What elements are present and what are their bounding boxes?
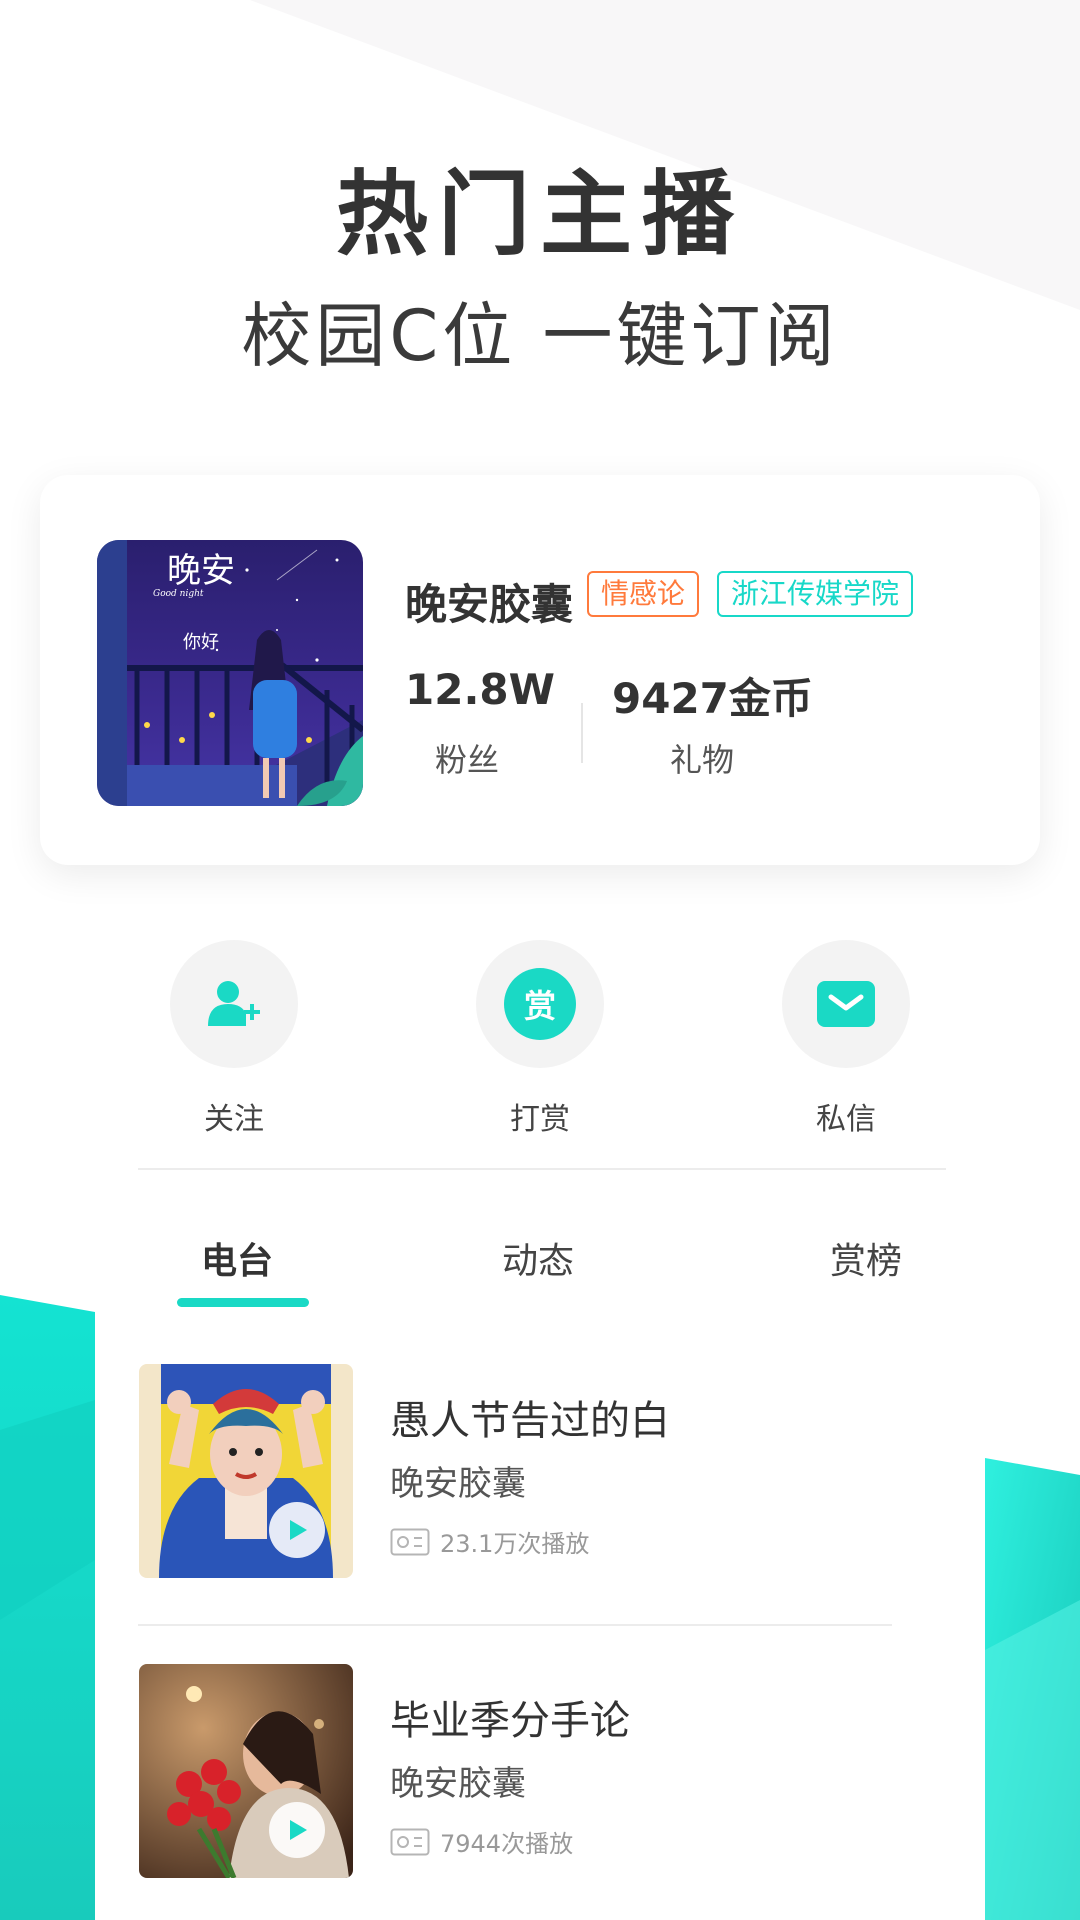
program-author-2: 晚安胶囊 [390,1764,526,1804]
host-name: 晚安胶囊 [405,580,574,629]
flower-girl-photo [139,1664,353,1878]
message-circle[interactable] [782,940,910,1068]
active-tab-indicator [177,1298,309,1307]
follow-circle[interactable] [170,940,298,1068]
section-divider [138,1168,946,1170]
host-cover-image[interactable]: 晚安 你好 Good night [97,540,363,806]
tag-school[interactable]: 浙江传媒学院 [717,571,914,617]
fans-label: 粉丝 [435,741,500,779]
follow-icon [208,981,260,1026]
program-plays-2: 7944次播放 [390,1824,573,1859]
list-divider [138,1624,892,1626]
tab-radio[interactable]: 电台 [201,1232,273,1284]
mail-icon [817,981,875,1027]
reward-glyph: 赏 [523,987,556,1025]
message-button[interactable]: 私信 [782,940,910,1138]
svg-text:Good night: Good night [153,589,204,599]
tab-reward-rank[interactable]: 赏榜 [830,1232,902,1284]
play-button-1[interactable] [269,1502,325,1558]
page-subtitle: 校园C位 一键订阅 [241,295,839,377]
reward-circle[interactable]: 赏 [476,940,604,1068]
program-cover-1[interactable] [139,1364,353,1578]
svg-text:你好: 你好 [183,632,219,653]
message-label: 私信 [816,1102,876,1137]
follow-button[interactable]: 关注 [170,940,298,1138]
play-count-icon [390,1528,430,1555]
tag-category[interactable]: 情感论 [587,571,700,617]
night-illustration: 晚安 你好 Good night [97,540,363,806]
follow-label: 关注 [204,1102,264,1137]
reward-button[interactable]: 赏 打赏 [476,940,604,1138]
page-title: 热门主播 [335,161,744,268]
cover-lettering: 晚安 [167,551,235,591]
reward-icon: 赏 [504,968,576,1040]
play-count-icon [390,1828,430,1855]
program-author-1: 晚安胶囊 [390,1464,526,1504]
play-icon [290,1820,307,1840]
gifts-count: 9427金币 [612,674,813,723]
play-button-2[interactable] [269,1802,325,1858]
reward-label: 打赏 [510,1102,570,1137]
play-count-text-1: 23.1万次播放 [440,1530,590,1558]
host-card[interactable]: 晚安 你好 Good night 晚安胶囊 情感论 浙江传媒学院 12.8W 粉… [40,475,1040,865]
tab-moments[interactable]: 动态 [502,1232,574,1284]
play-count-text-2: 7944次播放 [440,1830,574,1858]
program-title-1[interactable]: 愚人节告过的白 [390,1388,670,1446]
stat-divider [581,703,583,763]
program-title-2[interactable]: 毕业季分手论 [390,1688,630,1746]
pop-art-illustration [139,1364,353,1578]
gifts-label: 礼物 [670,741,735,779]
program-plays-1: 23.1万次播放 [390,1524,589,1559]
fans-count: 12.8W [405,665,555,714]
program-cover-2[interactable] [139,1664,353,1878]
play-icon [290,1520,307,1540]
